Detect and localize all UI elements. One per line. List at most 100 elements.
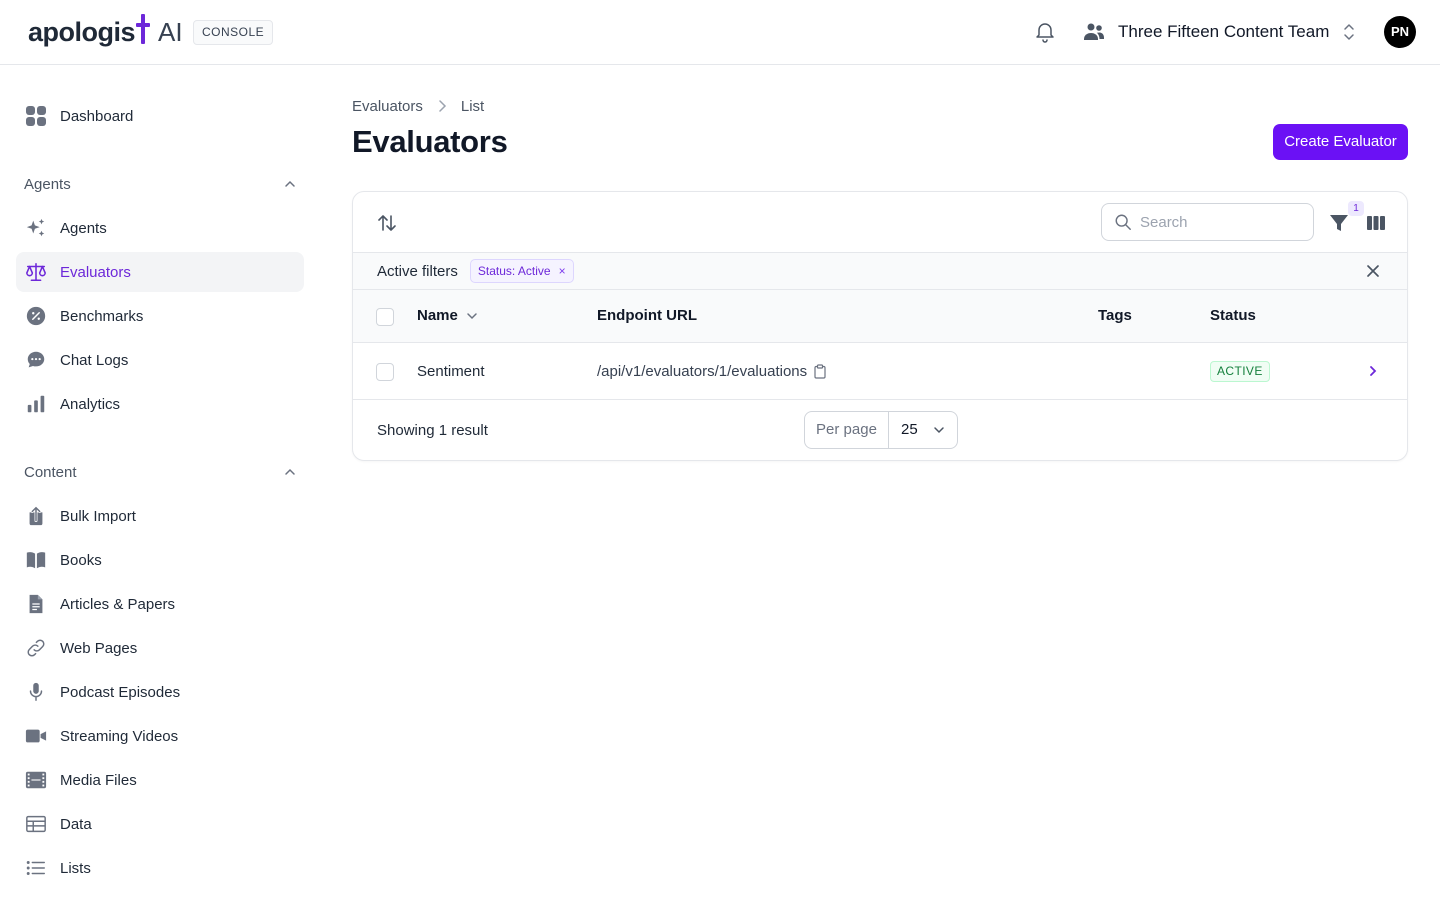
sidebar-item-streaming-videos[interactable]: Streaming Videos — [16, 716, 304, 756]
sidebar-item-articles-papers[interactable]: Articles & Papers — [16, 584, 304, 624]
breadcrumb: Evaluators List — [352, 96, 484, 116]
clipboard-icon[interactable] — [813, 364, 827, 379]
column-header-tags: Tags — [1098, 307, 1132, 324]
chevron-up-icon — [285, 468, 295, 475]
columns-icon[interactable] — [1365, 212, 1387, 234]
section-label: Content — [24, 463, 77, 481]
active-filters-bar: Active filters Status: Active × — [353, 253, 1407, 290]
search-field[interactable] — [1101, 203, 1314, 241]
dashboard-icon — [24, 104, 48, 128]
section-agents[interactable]: Agents — [24, 172, 296, 196]
link-icon — [24, 636, 48, 660]
page-title: Evaluators — [352, 124, 508, 159]
table-footer: Showing 1 result Per page 25 — [353, 400, 1407, 460]
chevron-right-icon[interactable] — [1367, 364, 1379, 378]
breadcrumb-current: List — [460, 97, 485, 115]
column-header-endpoint: Endpoint URL — [597, 307, 697, 324]
sidebar-item-books[interactable]: Books — [16, 540, 304, 580]
sidebar: Dashboard Agents Agents Evaluators Bench… — [0, 65, 320, 900]
sidebar-item-analytics[interactable]: Analytics — [16, 384, 304, 424]
row-checkbox[interactable] — [376, 363, 394, 381]
chevron-down-icon — [934, 427, 944, 434]
table-icon — [24, 812, 48, 836]
select-all-checkbox[interactable] — [376, 308, 394, 326]
search-icon — [1115, 214, 1131, 230]
sidebar-item-label: Bulk Import — [60, 507, 136, 525]
bell-icon[interactable] — [1033, 20, 1057, 44]
chevron-right-icon — [439, 100, 446, 112]
per-page-value: 25 — [901, 421, 918, 438]
filter-chip-remove-button[interactable]: × — [559, 264, 566, 278]
logo-cross-icon — [136, 14, 151, 44]
active-filters-label: Active filters — [377, 262, 458, 280]
endpoint-url: /api/v1/evaluators/1/evaluations — [597, 363, 808, 380]
logo-suffix: AI — [158, 16, 183, 47]
column-header-name[interactable]: Name — [417, 307, 478, 324]
sidebar-item-label: Chat Logs — [60, 351, 129, 369]
result-count: Showing 1 result — [377, 422, 488, 439]
sidebar-item-label: Articles & Papers — [60, 595, 176, 613]
sidebar-item-label: Media Files — [60, 771, 137, 789]
filter-chip-status: Status: Active × — [469, 259, 574, 283]
sidebar-item-podcast-episodes[interactable]: Podcast Episodes — [16, 672, 304, 712]
filter-count-badge: 1 — [1348, 201, 1364, 216]
sidebar-item-label: Web Pages — [60, 639, 138, 657]
chat-bubble-icon — [24, 348, 48, 372]
sidebar-item-lists[interactable]: Lists — [16, 848, 304, 888]
chevron-up-icon — [285, 180, 295, 187]
sidebar-item-agents[interactable]: Agents — [16, 208, 304, 248]
column-header-label: Name — [417, 307, 458, 324]
breadcrumb-root[interactable]: Evaluators — [352, 98, 423, 115]
evaluators-table-card: 1 Active filters Status: Active × Name E… — [352, 191, 1408, 461]
sidebar-item-web-pages[interactable]: Web Pages — [16, 628, 304, 668]
list-icon — [24, 856, 48, 880]
search-input[interactable] — [1140, 213, 1290, 231]
scale-icon — [24, 260, 48, 284]
video-camera-icon — [24, 724, 48, 748]
table-header: Name Endpoint URL Tags Status — [353, 290, 1407, 343]
film-icon — [24, 768, 48, 792]
table-row[interactable]: Sentiment /api/v1/evaluators/1/evaluatio… — [353, 343, 1407, 400]
sidebar-item-label: Data — [60, 815, 92, 833]
sidebar-item-media-files[interactable]: Media Files — [16, 760, 304, 800]
sidebar-item-label: Agents — [60, 219, 107, 237]
sidebar-item-data[interactable]: Data — [16, 804, 304, 844]
sparkles-icon — [24, 216, 48, 240]
chevron-up-down-icon — [1344, 24, 1355, 40]
logo[interactable]: apologis AI — [28, 14, 183, 50]
sidebar-item-bulk-import[interactable]: Bulk Import — [16, 496, 304, 536]
upload-icon — [24, 504, 48, 528]
per-page-select[interactable]: Per page 25 — [804, 411, 958, 449]
filter-icon[interactable] — [1328, 212, 1350, 234]
chevron-down-icon — [467, 312, 477, 319]
sidebar-item-chat-logs[interactable]: Chat Logs — [16, 340, 304, 380]
sidebar-item-evaluators[interactable]: Evaluators — [16, 252, 304, 292]
status-badge: ACTIVE — [1210, 361, 1270, 382]
bar-chart-icon — [24, 392, 48, 416]
sidebar-item-dashboard[interactable]: Dashboard — [16, 96, 304, 136]
per-page-label: Per page — [805, 412, 889, 448]
team-switcher[interactable]: Three Fifteen Content Team — [1082, 18, 1357, 46]
logo-text: apologis — [28, 16, 136, 47]
avatar[interactable]: PN — [1384, 16, 1416, 48]
sidebar-item-label: Dashboard — [60, 107, 134, 125]
close-icon[interactable] — [1366, 264, 1380, 278]
sidebar-item-label: Analytics — [60, 395, 121, 413]
sidebar-item-label: Benchmarks — [60, 307, 144, 325]
row-endpoint: /api/v1/evaluators/1/evaluations — [597, 363, 827, 380]
team-name: Three Fifteen Content Team — [1118, 22, 1330, 41]
microphone-icon — [24, 680, 48, 704]
sidebar-item-label: Lists — [60, 859, 91, 877]
sort-icon[interactable] — [376, 212, 398, 234]
console-badge: CONSOLE — [193, 20, 274, 45]
section-content[interactable]: Content — [24, 460, 296, 484]
filter-chip-label: Status: Active — [477, 264, 551, 278]
sidebar-item-label: Streaming Videos — [60, 727, 179, 745]
sidebar-item-label: Podcast Episodes — [60, 683, 181, 701]
top-bar: apologis AI CONSOLE Three Fifteen Content… — [0, 0, 1440, 65]
create-evaluator-button[interactable]: Create Evaluator — [1273, 124, 1408, 160]
column-header-status: Status — [1210, 307, 1256, 324]
section-label: Agents — [24, 175, 71, 193]
document-icon — [24, 592, 48, 616]
sidebar-item-benchmarks[interactable]: Benchmarks — [16, 296, 304, 336]
